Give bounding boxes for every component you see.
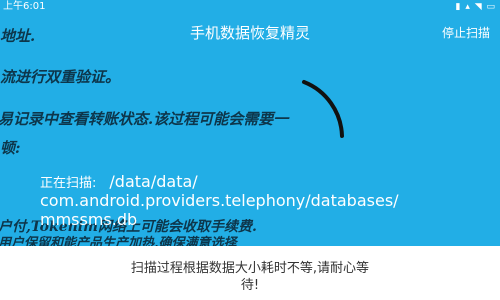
status-bar: 上午6:01 ▮ ▴ ◥ ▭ [0,0,500,14]
scan-path: 正在扫描:/data/data/ com.android.providers.t… [40,172,495,229]
background-line: 顿: [0,139,21,157]
scan-notice: 扫描过程根据数据大小耗时不等,请耐心等 待! [130,261,370,293]
scan-path-text: /data/data/ com.android.providers.teleph… [40,172,399,229]
bottom-panel: 扫描过程根据数据大小耗时不等,请耐心等 待! [0,246,500,300]
status-icons: ▮ ▴ ◥ ▭ [455,2,496,12]
status-time: 上午6:01 [3,1,46,12]
progress-arc [302,80,344,138]
app-title: 手机数据恢复精灵 [189,24,310,42]
stop-scan-button[interactable]: 停止扫描 [442,24,490,41]
background-line: 流进行双重验证。 [0,68,121,86]
scan-progress-ring [302,80,344,138]
app-header: 手机数据恢复精灵 停止扫描 [0,14,500,50]
